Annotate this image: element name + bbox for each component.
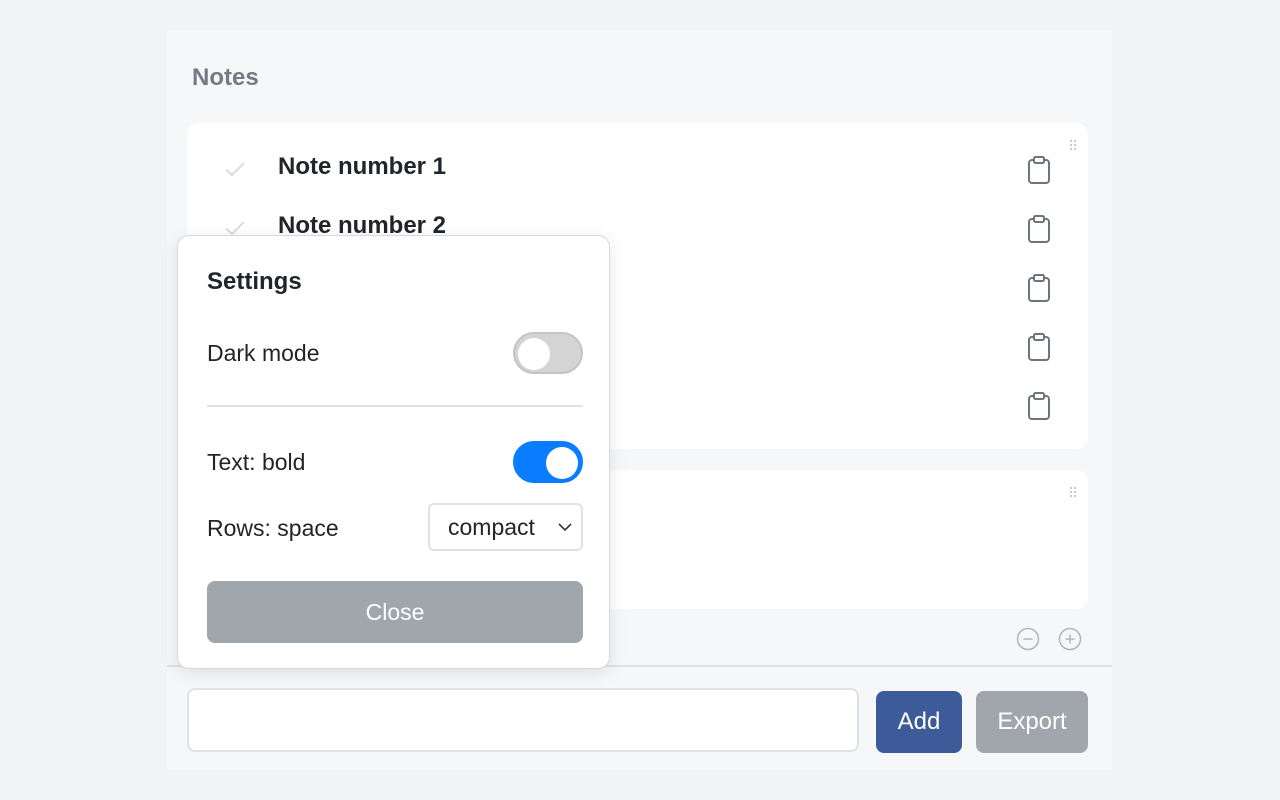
settings-title: Settings [207, 268, 302, 295]
rows-space-label: Rows: space [207, 515, 339, 541]
add-button[interactable]: Add [876, 691, 962, 753]
check-icon[interactable] [223, 157, 247, 181]
text-bold-toggle[interactable] [513, 441, 583, 483]
clipboard-icon[interactable] [1025, 273, 1053, 303]
text-bold-label: Text: bold [207, 449, 306, 475]
clipboard-icon[interactable] [1025, 155, 1053, 185]
zoom-out-icon[interactable] [1016, 627, 1040, 651]
settings-divider [207, 405, 583, 407]
export-button[interactable]: Export [976, 691, 1088, 753]
settings-modal: Settings Dark mode Text: bold Rows: spac… [177, 235, 610, 669]
panel-title: Notes [192, 64, 259, 91]
rows-space-select[interactable]: compact [428, 503, 583, 551]
toggle-knob [518, 338, 550, 370]
close-button[interactable]: Close [207, 581, 583, 643]
rows-space-value: compact [448, 514, 535, 540]
list-item: Note number 1 [187, 139, 1088, 198]
footer: Add Export [167, 665, 1112, 772]
drag-handle-icon[interactable]: ⠿ [1068, 486, 1078, 500]
dark-mode-label: Dark mode [207, 340, 320, 366]
dark-mode-toggle[interactable] [513, 332, 583, 374]
note-input[interactable] [187, 688, 859, 752]
toggle-knob [546, 447, 578, 479]
clipboard-icon[interactable] [1025, 391, 1053, 421]
clipboard-icon[interactable] [1025, 332, 1053, 362]
chevron-down-icon [558, 523, 572, 532]
clipboard-icon[interactable] [1025, 214, 1053, 244]
zoom-in-icon[interactable] [1058, 627, 1082, 651]
note-text: Note number 1 [278, 153, 447, 180]
